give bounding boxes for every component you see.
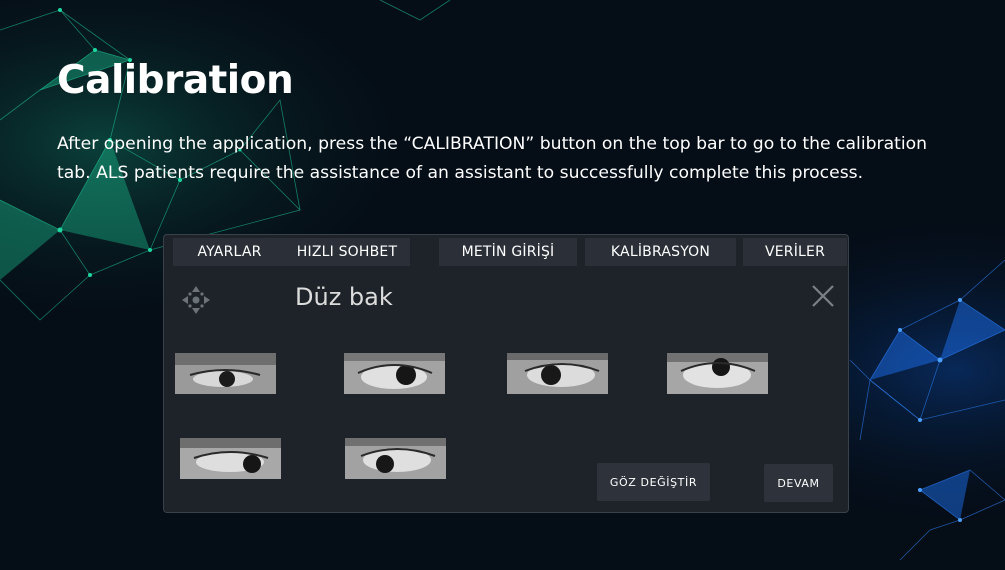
tab-ayarlar[interactable]: AYARLAR xyxy=(173,238,286,266)
tab-hizli-sohbet[interactable]: HIZLI SOHBET xyxy=(284,238,410,266)
top-bar: AYARLAR HIZLI SOHBET METİN GİRİŞİ KALİBR… xyxy=(164,235,848,268)
tab-metin-girisi[interactable]: METİN GİRİŞİ xyxy=(439,238,577,266)
slide-title: Calibration xyxy=(57,58,294,103)
eye-sample-3 xyxy=(507,353,608,394)
switch-eye-button[interactable]: GÖZ DEĞİŞTİR xyxy=(597,463,710,501)
move-icon[interactable] xyxy=(180,284,212,316)
eye-sample-2 xyxy=(344,353,445,394)
app-window: AYARLAR HIZLI SOHBET METİN GİRİŞİ KALİBR… xyxy=(163,234,849,513)
eye-sample-4 xyxy=(667,353,768,394)
continue-button[interactable]: DEVAM xyxy=(764,464,833,502)
close-icon[interactable] xyxy=(810,283,836,309)
slide-description: After opening the application, press the… xyxy=(57,134,928,183)
tab-kalibrasyon[interactable]: KALİBRASYON xyxy=(585,238,736,266)
eye-sample-5 xyxy=(180,438,281,479)
eye-sample-1 xyxy=(175,353,276,394)
eye-sample-6 xyxy=(345,438,446,479)
tab-veriler[interactable]: VERİLER xyxy=(743,238,847,266)
calibration-instruction: Düz bak xyxy=(295,283,393,311)
